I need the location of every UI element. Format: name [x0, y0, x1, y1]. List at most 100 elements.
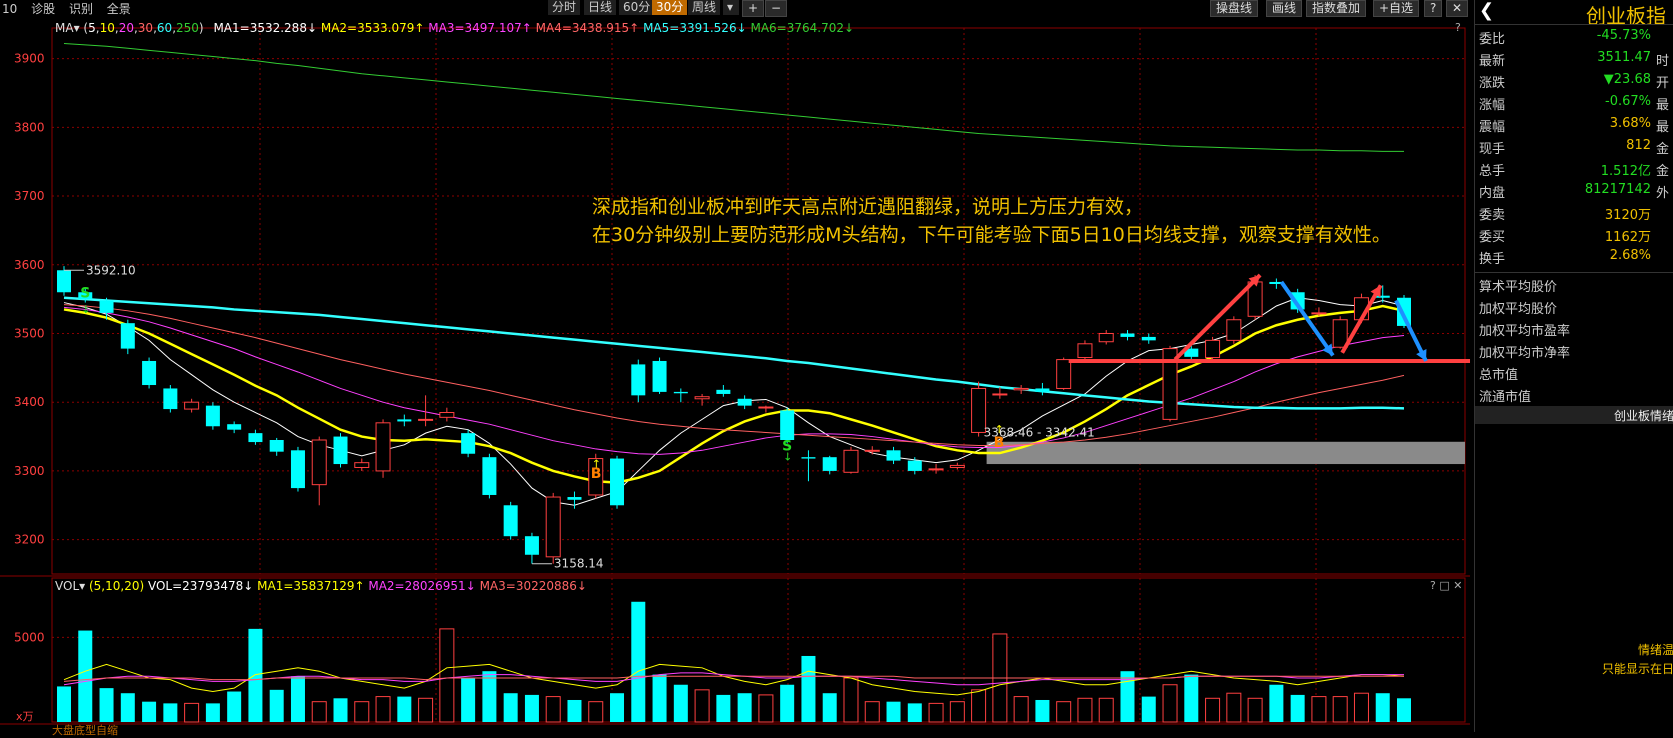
candle-body — [1375, 295, 1390, 298]
candle-body — [439, 412, 455, 418]
volume-bar — [1098, 697, 1114, 723]
volume-bar — [758, 694, 774, 723]
quote-tail: 时 — [1655, 54, 1669, 69]
metric-list-item[interactable]: 流通市值 — [1479, 386, 1531, 405]
vol-panel-controls[interactable]: ? □ ✕ — [1430, 579, 1462, 592]
volume-bar — [716, 694, 731, 722]
y-tick-label: 3500 — [14, 326, 45, 340]
quote-value: 1.512亿 — [1600, 164, 1651, 179]
metric-list-item[interactable]: 加权平均市盈率 — [1479, 320, 1570, 339]
volume-bar — [1290, 694, 1305, 722]
quote-key: 委比 — [1479, 32, 1506, 47]
quote-value: -0.67% — [1605, 94, 1651, 109]
quote-row: 换手 2.68% — [1479, 248, 1669, 268]
sentiment-section-header[interactable]: 创业板情绪 — [1475, 406, 1673, 424]
ma2-value: MA2=3533.079↑ — [320, 21, 425, 35]
vol-selector[interactable]: VOL▾ — [55, 579, 85, 593]
volume-bar — [57, 686, 71, 722]
vol-params: (5,10,20) — [88, 579, 145, 593]
candle-body — [716, 389, 731, 394]
vol-unit-label: x万 — [16, 710, 34, 723]
volume-bar — [205, 703, 220, 722]
volume-bar — [311, 701, 327, 723]
candle-body — [1056, 359, 1072, 389]
quote-header: ❮ 创业板指 — [1475, 0, 1673, 28]
quote-key: 涨跌 — [1479, 76, 1506, 91]
quote-row: 内盘 81217142 外 — [1479, 182, 1669, 202]
quote-key: 现手 — [1479, 142, 1506, 157]
sell-arrow-icon: ↓ — [81, 303, 90, 316]
quote-row: 最新 3511.47 时 — [1479, 50, 1669, 70]
volume-bar — [971, 689, 987, 723]
bottom-hint[interactable]: 大盘底型自缩 — [52, 722, 118, 738]
volume-bar — [1162, 684, 1178, 723]
volume-bar — [120, 693, 135, 722]
ma-selector[interactable]: MA▾ — [55, 21, 80, 35]
volume-bar — [1269, 684, 1284, 722]
candle-body — [567, 497, 582, 500]
quote-key: 内盘 — [1479, 186, 1506, 201]
y-tick-label: 3400 — [14, 395, 45, 409]
ma-param-6: 250 — [176, 21, 199, 35]
quote-row: 委比 -45.73% — [1479, 28, 1669, 48]
quote-value: 81217142 — [1584, 182, 1651, 197]
quote-row: 总手 1.512亿金 — [1479, 160, 1669, 180]
sell-arrow-icon: ↓ — [783, 451, 792, 464]
volume-bar — [907, 703, 922, 722]
candle-body — [503, 505, 518, 537]
candle-body — [737, 398, 752, 406]
candle-body — [822, 457, 837, 471]
sell-signal: S — [80, 286, 90, 302]
volume-bar — [99, 688, 114, 722]
candle-body — [1205, 339, 1221, 359]
volume-bar — [1013, 696, 1029, 723]
volume-bar — [567, 699, 582, 722]
quote-row: 震幅 3.68% 最 — [1479, 116, 1669, 136]
kline-chart[interactable]: 3900 3800 3700 3600 3500 3400 3300 3200 5000 x万 3… — [0, 0, 1470, 732]
candle-body — [142, 360, 157, 386]
candle-body — [1098, 332, 1114, 343]
chart-help-icon[interactable]: ? — [1455, 21, 1461, 34]
ma-line-ma5 — [63, 296, 1405, 410]
volume-bar — [843, 677, 859, 723]
annotation-line-2: 在30分钟级别上要防范形成M头结构，下午可能考验下面5日10日均线支撑，观察支撑… — [592, 224, 1391, 246]
ma-indicator-header: MA▾ (5,10,20,30,60,250) MA1=3532.288↓ MA… — [55, 21, 855, 35]
ma5-value: MA5=3391.526↓ — [643, 21, 747, 35]
sentiment-label: 情绪温 — [1637, 643, 1673, 657]
volume-bar — [142, 701, 157, 722]
candle-body — [1332, 319, 1348, 348]
volume-bar — [248, 628, 263, 722]
ma1-value: MA1=3532.288↓ — [213, 21, 318, 35]
metric-list-item[interactable]: 总市值 — [1479, 364, 1518, 383]
volume-bar — [610, 693, 625, 722]
quote-tail: 最 — [1655, 120, 1669, 135]
candle-body — [311, 439, 327, 486]
candle-body — [248, 433, 263, 443]
metric-list-item[interactable]: 算术平均股价 — [1479, 276, 1557, 295]
volume-bar — [503, 693, 518, 722]
down-arrow — [1279, 280, 1335, 357]
sentiment-section-title: 创业板情绪 — [1613, 409, 1673, 423]
quote-tail: 金 — [1655, 142, 1669, 157]
volume-bar — [631, 601, 646, 722]
volume-bar — [928, 702, 944, 723]
candle-body — [631, 364, 646, 396]
volume-bar — [1205, 697, 1221, 723]
quote-key: 震幅 — [1479, 120, 1506, 135]
y-tick-label: 3800 — [14, 120, 45, 134]
candle-body — [1013, 387, 1029, 391]
vol-ma2: MA2=28026951↓ — [368, 579, 476, 593]
candle-body — [610, 458, 625, 506]
volume-bar — [1353, 692, 1369, 723]
metric-list-item[interactable]: 加权平均股价 — [1479, 298, 1557, 317]
volume-bar — [1056, 701, 1072, 723]
quote-value: 3.68% — [1609, 116, 1651, 131]
quote-value: 3120万 — [1604, 208, 1651, 223]
quote-tail: 金 — [1655, 164, 1669, 179]
y-tick-label: 3700 — [14, 189, 45, 203]
ma-param-4: 30 — [137, 21, 154, 35]
volume-bar — [652, 674, 667, 722]
metric-list-item[interactable]: 加权平均市净率 — [1479, 342, 1570, 361]
high-price-label: 3592.10 — [86, 263, 136, 277]
back-icon[interactable]: ❮ — [1479, 0, 1494, 21]
